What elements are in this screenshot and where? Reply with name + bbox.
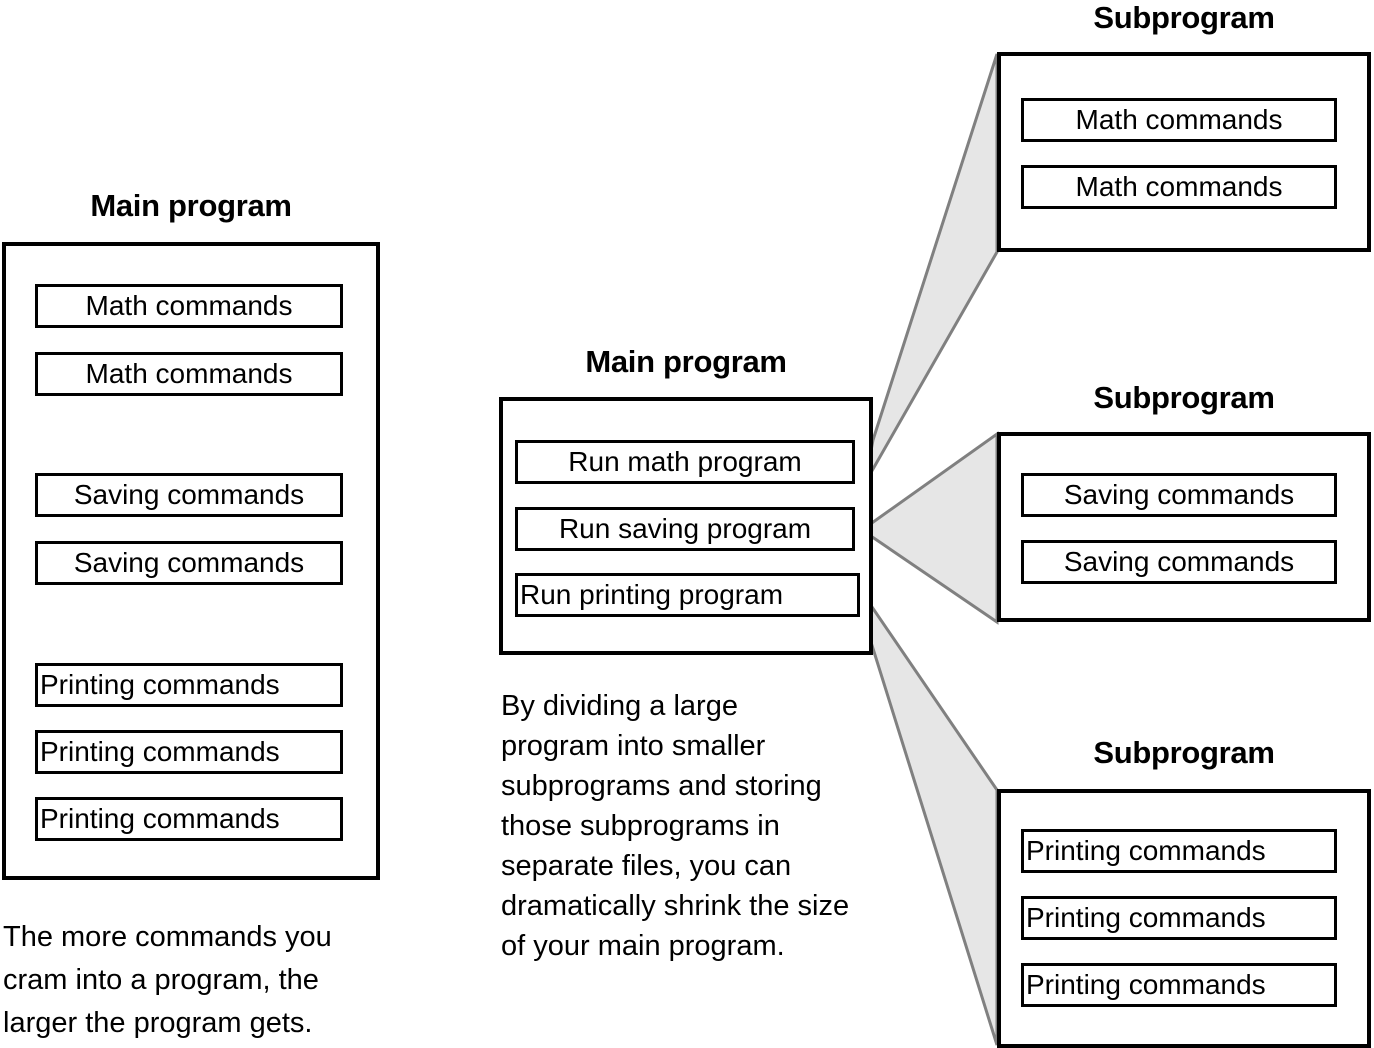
left-panel-caption: The more commands you cram into a progra…: [3, 916, 393, 1045]
subprogram-1-command-1[interactable]: Saving commands: [1021, 540, 1337, 584]
left-command-1[interactable]: Math commands: [35, 352, 343, 396]
connector-wedge-saving: [859, 431, 999, 625]
left-command-3[interactable]: Saving commands: [35, 541, 343, 585]
center-command-1[interactable]: Run saving program: [515, 507, 855, 551]
subprogram-2-title: Subprogram: [1093, 735, 1275, 770]
center-panel-title: Main program: [585, 344, 787, 379]
left-command-6[interactable]: Printing commands: [35, 797, 343, 841]
center-caption-line-0: By dividing a large: [501, 690, 738, 722]
subprogram-1-command-0[interactable]: Saving commands: [1021, 473, 1337, 517]
left-command-4[interactable]: Printing commands: [35, 663, 343, 707]
subprogram-1-panel: [997, 432, 1371, 622]
subprogram-2-command-1[interactable]: Printing commands: [1021, 896, 1337, 940]
center-command-2[interactable]: Run printing program: [515, 573, 860, 617]
center-caption-line-1: program into smaller: [501, 730, 766, 762]
subprogram-1-title: Subprogram: [1093, 380, 1275, 415]
left-command-2[interactable]: Saving commands: [35, 473, 343, 517]
subprogram-0-title: Subprogram: [1093, 0, 1275, 35]
center-caption-line-2: subprograms and storing: [501, 770, 822, 802]
subprogram-2-command-0[interactable]: Printing commands: [1021, 829, 1337, 873]
left-panel-title: Main program: [90, 188, 292, 223]
subprogram-0-command-0[interactable]: Math commands: [1021, 98, 1337, 142]
left-command-0[interactable]: Math commands: [35, 284, 343, 328]
left-caption-line-1: cram into a program, the: [3, 964, 319, 996]
center-caption-line-6: of your main program.: [501, 930, 785, 962]
center-caption-line-4: separate files, you can: [501, 850, 792, 882]
center-command-0[interactable]: Run math program: [515, 440, 855, 484]
left-command-5[interactable]: Printing commands: [35, 730, 343, 774]
subprogram-0-command-1[interactable]: Math commands: [1021, 165, 1337, 209]
subprogram-0-panel: [997, 52, 1371, 252]
subprogram-2-command-2[interactable]: Printing commands: [1021, 963, 1337, 1007]
connector-wedge-math: [863, 53, 999, 484]
center-panel-caption: By dividing a large program into smaller…: [501, 686, 931, 966]
left-caption-line-0: The more commands you: [3, 921, 332, 953]
center-caption-line-3: those subprograms in: [501, 810, 780, 842]
center-caption-line-5: dramatically shrink the size: [501, 890, 850, 922]
diagram-canvas: Main program Math commands Math commands…: [0, 0, 1374, 1048]
left-caption-line-2: larger the program gets.: [3, 1007, 313, 1039]
